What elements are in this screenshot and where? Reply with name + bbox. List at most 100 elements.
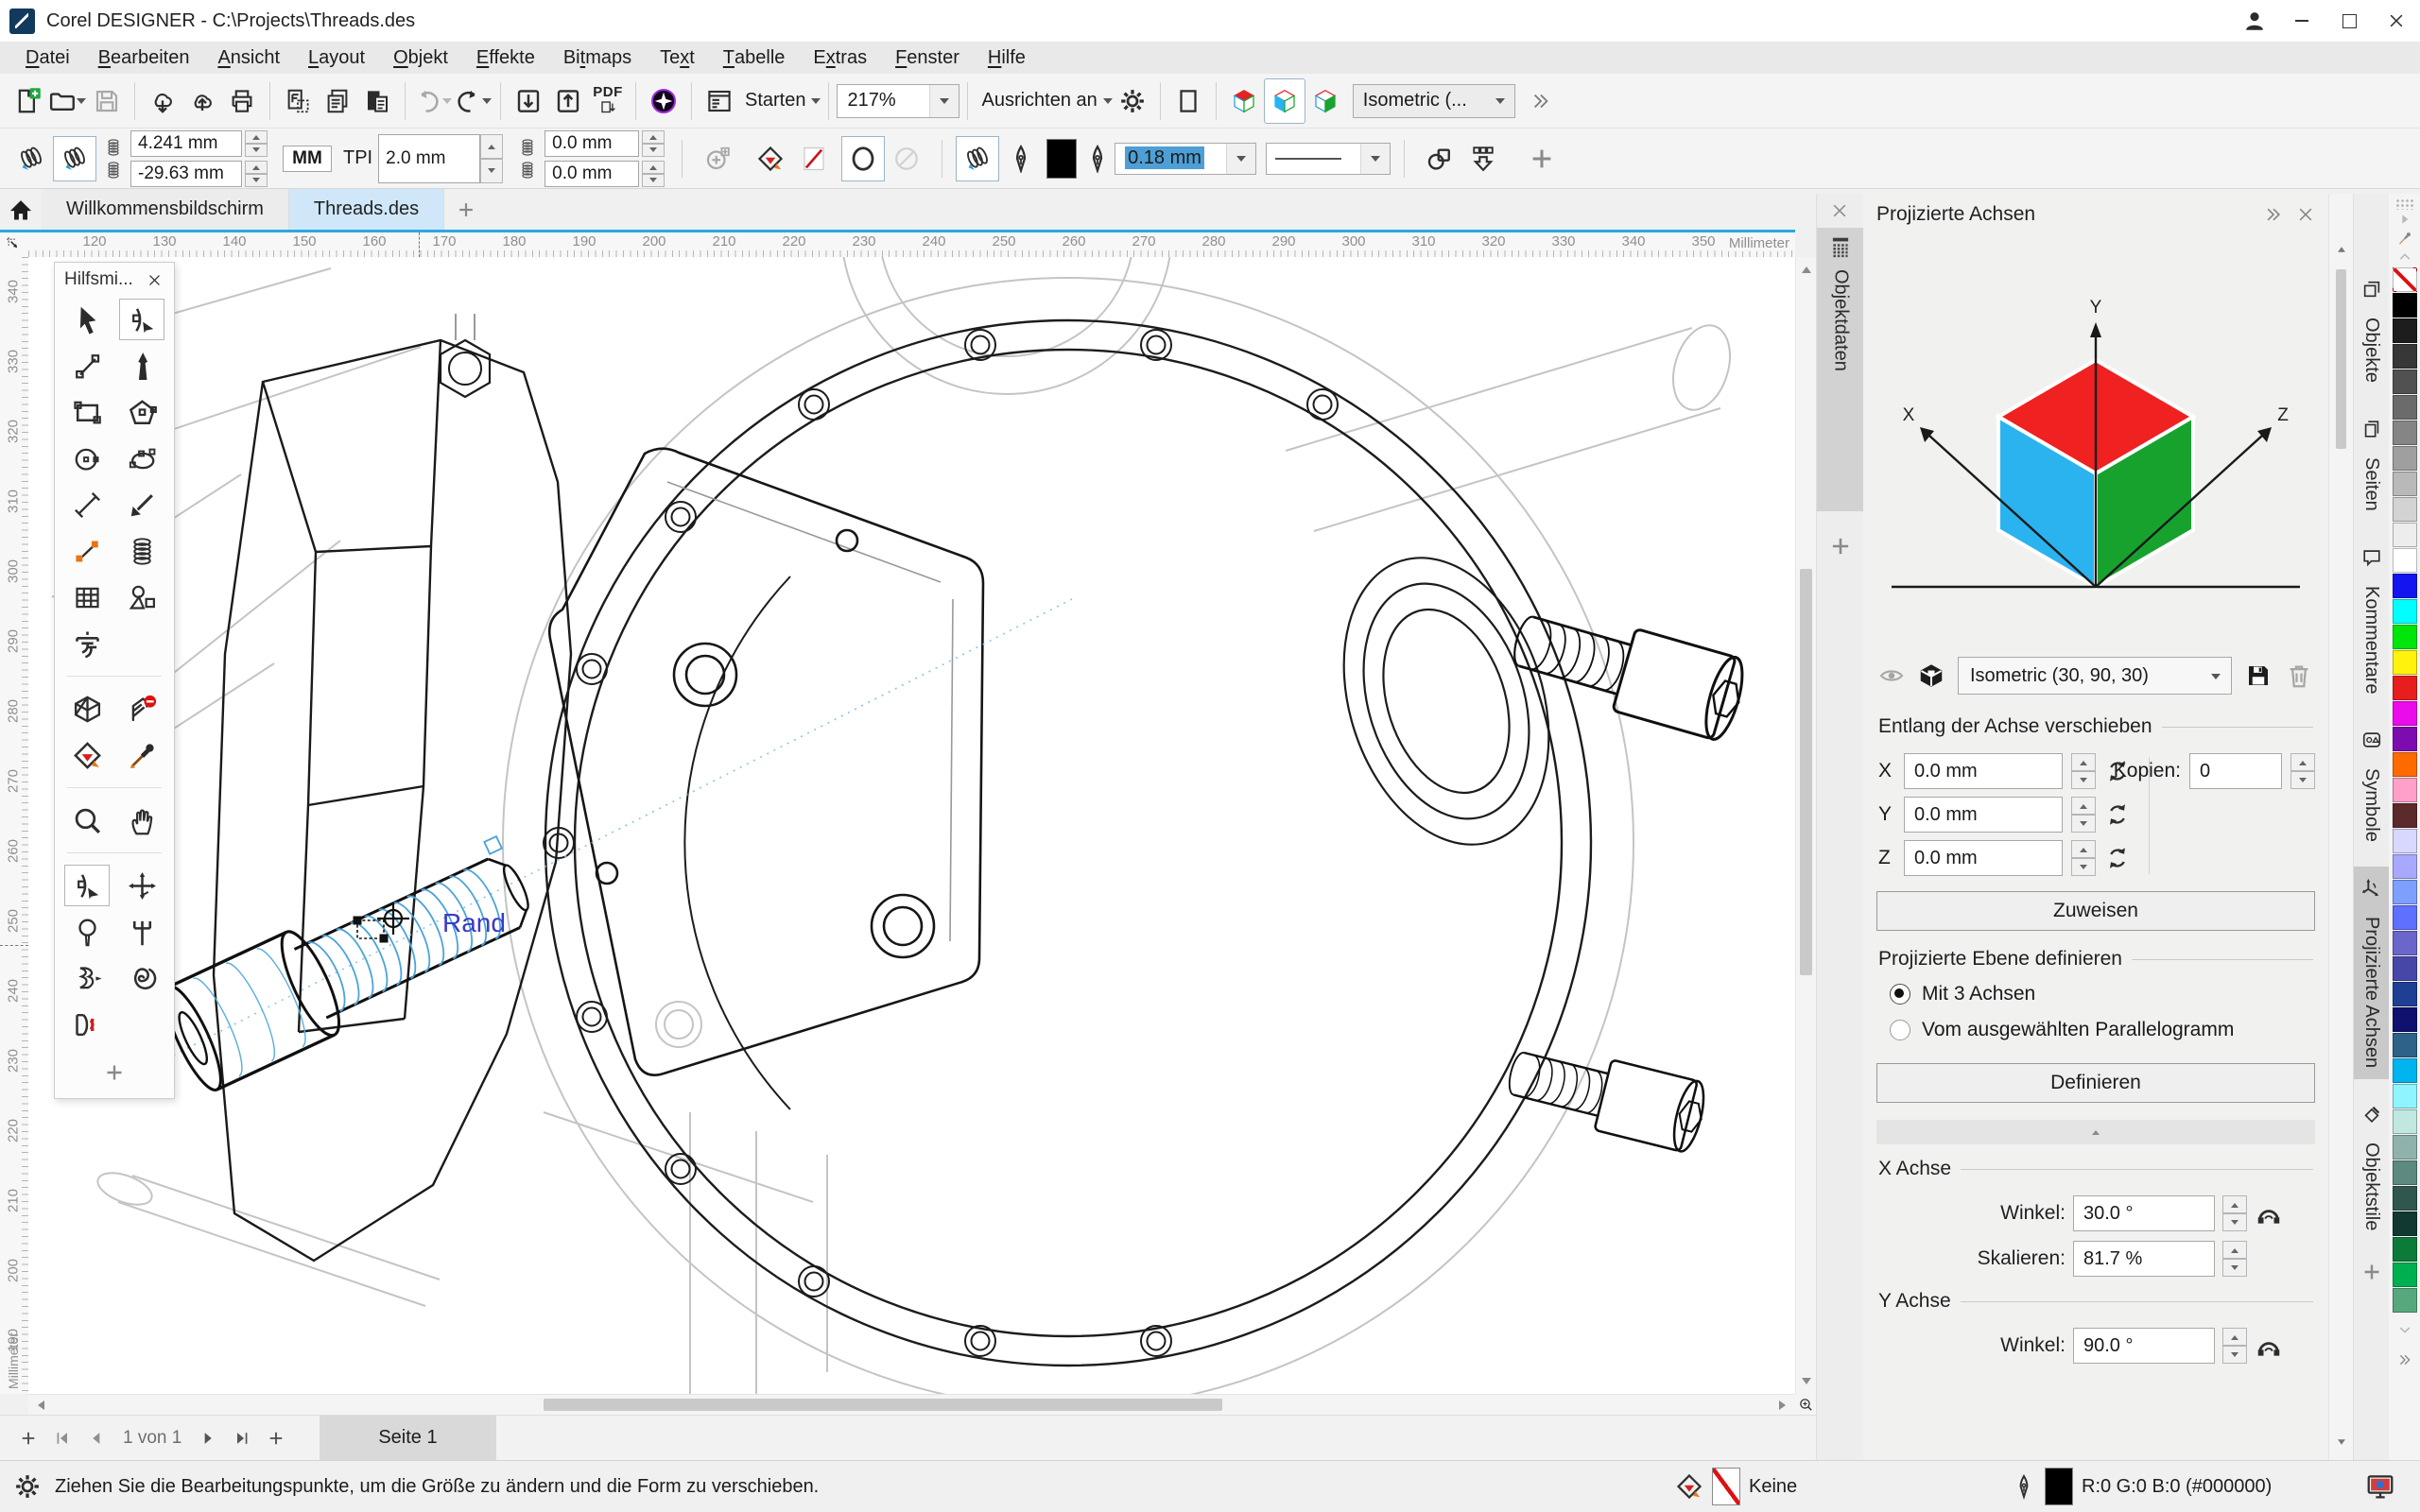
tab-objektdaten[interactable]: Objektdaten	[1817, 228, 1864, 511]
add-page-button-left[interactable]	[11, 1419, 45, 1457]
color-swatch[interactable]	[2393, 1288, 2417, 1313]
x-angle-spinner[interactable]	[2222, 1195, 2247, 1231]
docker-flyout-icon[interactable]	[2264, 205, 2283, 224]
object-y-field[interactable]: -29.63 mm	[130, 161, 242, 187]
color-swatch[interactable]	[2393, 650, 2417, 675]
smudge-tool[interactable]	[64, 911, 110, 953]
radio-three-axes[interactable]: Mit 3 Achsen	[1863, 976, 2328, 1012]
color-swatch[interactable]	[2393, 1237, 2417, 1262]
page-border-button[interactable]	[1168, 79, 1208, 123]
minimize-button[interactable]	[2278, 0, 2325, 42]
color-swatch[interactable]	[2393, 574, 2417, 598]
color-swatch[interactable]	[2393, 727, 2417, 751]
color-swatch[interactable]	[2393, 676, 2417, 700]
color-swatch[interactable]	[2393, 523, 2417, 547]
fill-status[interactable]: Keine	[1675, 1468, 1797, 1505]
thread-mode-1-button[interactable]	[9, 136, 53, 181]
menu-ansicht[interactable]: Ansicht	[203, 42, 294, 74]
docker-scroll-thumb[interactable]	[2336, 269, 2346, 449]
color-swatch[interactable]	[2393, 905, 2417, 930]
color-swatch[interactable]	[2393, 497, 2417, 522]
color-swatch[interactable]	[2393, 1084, 2417, 1108]
menu-datei[interactable]: Datei	[11, 42, 84, 74]
maximize-button[interactable]	[2325, 0, 2373, 42]
add-page-button[interactable]	[259, 1419, 293, 1457]
docker-add-icon[interactable]	[2360, 1261, 2383, 1283]
strip-add-icon[interactable]	[1828, 534, 1853, 558]
projection-preset-combo[interactable]: Isometric (...	[1353, 84, 1515, 118]
move-x-field[interactable]: 0.0 mm	[1904, 753, 2063, 789]
pan-tool[interactable]	[119, 799, 164, 841]
y-angle-lock-icon[interactable]	[2255, 1332, 2283, 1360]
smart-fill-tool[interactable]	[64, 734, 110, 776]
rectangle-tool[interactable]	[64, 391, 110, 433]
docker-close-icon[interactable]	[2296, 205, 2315, 224]
color-swatch[interactable]	[2393, 1007, 2417, 1032]
snap-to-label[interactable]: Ausrichten an	[981, 90, 1097, 112]
text-tool[interactable]	[64, 623, 110, 664]
paste-button[interactable]	[357, 79, 397, 123]
move-z-field[interactable]: 0.0 mm	[1904, 840, 2063, 876]
color-swatch[interactable]	[2393, 880, 2417, 904]
vertical-ruler[interactable]: Millimeter 34033032031030029028027026025…	[0, 257, 29, 1394]
zoom-tool[interactable]	[64, 799, 110, 841]
page-tab-seite1[interactable]: Seite 1	[320, 1416, 495, 1461]
scroll-down-icon[interactable]	[1796, 1373, 1817, 1394]
color-swatch[interactable]	[2393, 421, 2417, 445]
shape-tool[interactable]	[64, 865, 110, 906]
color-swatch[interactable]	[2393, 369, 2417, 394]
unit-mm-button[interactable]: MM	[283, 146, 332, 172]
side-tab-symbole[interactable]: Symbole	[2354, 718, 2390, 853]
scroll-right-icon[interactable]	[1774, 1395, 1795, 1416]
table-tool[interactable]	[64, 576, 110, 618]
color-swatch[interactable]	[2393, 318, 2417, 343]
horizontal-ruler[interactable]: Millimeter 12013014015016017018019020021…	[28, 232, 1795, 258]
palette-scroll-up-button[interactable]	[2394, 248, 2415, 266]
color-swatch[interactable]	[2393, 1135, 2417, 1160]
menu-objekt[interactable]: Objekt	[379, 42, 462, 74]
scroll-left-icon[interactable]	[28, 1395, 49, 1416]
color-swatch[interactable]	[2393, 803, 2417, 828]
connector-tool[interactable]	[64, 530, 110, 572]
propbar-add-button[interactable]	[1520, 136, 1564, 181]
move-z-spinner[interactable]	[2071, 840, 2096, 876]
color-swatch[interactable]	[2393, 778, 2417, 802]
thread-mode-2-button[interactable]	[53, 136, 96, 181]
reset-z-icon[interactable]	[2104, 845, 2131, 871]
welcome-screen-button[interactable]	[700, 79, 739, 123]
attract-tool[interactable]	[64, 1004, 110, 1045]
eyedropper-tool[interactable]	[119, 734, 164, 776]
zoom-dropdown-icon[interactable]	[929, 85, 959, 117]
projection-front-button[interactable]	[1264, 78, 1305, 124]
copies-spinner[interactable]	[2290, 753, 2315, 789]
toolbox-add-button[interactable]	[95, 1057, 133, 1089]
vertical-scroll-thumb[interactable]	[1800, 569, 1812, 975]
zoom-level-combo[interactable]: 217%	[837, 84, 959, 118]
twirl-tool[interactable]	[119, 957, 164, 999]
open-button[interactable]	[47, 79, 87, 123]
add-tool-button[interactable]	[696, 136, 739, 181]
hatch-tool[interactable]	[119, 688, 164, 730]
redo-button[interactable]	[453, 79, 493, 123]
color-swatch[interactable]	[2393, 1109, 2417, 1134]
import-button[interactable]	[509, 79, 548, 123]
selection-node[interactable]	[484, 836, 502, 854]
outline-pen-button[interactable]	[999, 136, 1043, 181]
starten-dropdown-icon[interactable]	[811, 98, 821, 109]
color-swatch[interactable]	[2393, 931, 2417, 955]
outline-status[interactable]: R:0 G:0 B:0 (#000000)	[2012, 1468, 2272, 1505]
3d-projection-tool[interactable]	[64, 688, 110, 730]
dimension-tool[interactable]	[64, 484, 110, 525]
previous-page-button[interactable]	[79, 1419, 113, 1457]
status-gear-icon[interactable]	[13, 1472, 42, 1501]
collapse-section-button[interactable]	[1876, 1120, 2315, 1144]
starten-label[interactable]: Starten	[745, 90, 805, 112]
menu-bearbeiten[interactable]: Bearbeiten	[84, 42, 204, 74]
palette-grip[interactable]	[2395, 198, 2414, 210]
color-swatch[interactable]	[2393, 752, 2417, 777]
color-swatch[interactable]	[2393, 956, 2417, 981]
fill-button[interactable]	[749, 136, 792, 181]
ellipse-outline-button[interactable]	[841, 136, 885, 181]
preview-eye-icon[interactable]	[1878, 662, 1905, 689]
color-swatch[interactable]	[2393, 1160, 2417, 1185]
